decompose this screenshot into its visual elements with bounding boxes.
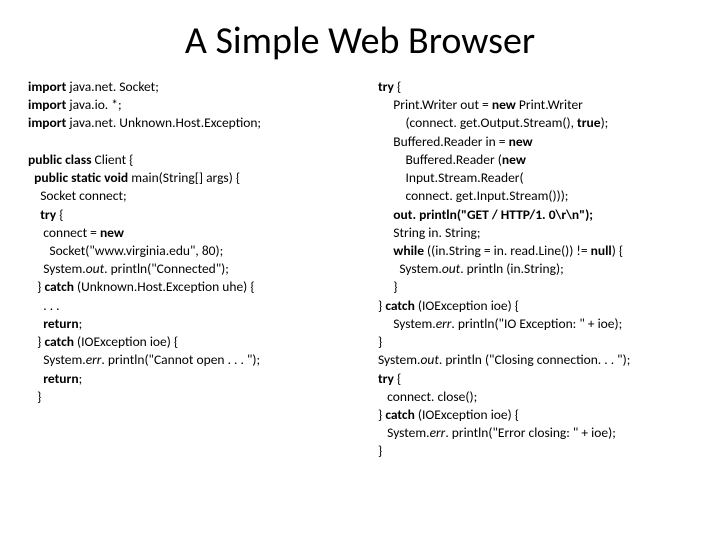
- txt: Socket("www.virginia.edu", 80);: [28, 242, 223, 259]
- txt: (Unknown.Host.Exception uhe) {: [77, 278, 255, 295]
- code-right-column: try { Print.Writer out = new Print.Write…: [378, 78, 692, 461]
- txt: java.net. Unknown.Host.Exception;: [69, 114, 261, 131]
- txt: System.: [378, 424, 430, 441]
- kw-catch: catch: [44, 333, 77, 350]
- txt: Client {: [95, 151, 134, 168]
- txt: connect. get.Input.Stream()));: [378, 187, 568, 204]
- id-out: out: [86, 260, 104, 277]
- kw-while: while: [378, 242, 427, 259]
- txt: Print.Writer out =: [378, 96, 492, 113]
- txt: String in. String;: [378, 224, 481, 241]
- id-out: out: [442, 260, 460, 277]
- kw-catch: catch: [385, 297, 418, 314]
- txt: Input.Stream.Reader(: [378, 169, 524, 186]
- txt: System.: [28, 351, 86, 368]
- kw-try: try: [28, 206, 59, 223]
- txt: Buffered.Reader (: [378, 151, 502, 168]
- kw-public-class: public class: [28, 151, 95, 168]
- kw-try: try: [378, 370, 397, 387]
- txt: (IOException ioe) {: [77, 333, 178, 350]
- kw-return: return: [28, 370, 79, 387]
- txt: . println("Cannot open . . . ");: [101, 351, 260, 368]
- kw-new: new: [492, 96, 519, 113]
- txt: java.io. *;: [69, 96, 121, 113]
- kw-import: import: [28, 96, 69, 113]
- txt: ;: [79, 370, 83, 387]
- txt: {: [59, 206, 63, 223]
- highlight-line: out. println("GET / HTTP/1. 0\r\n");: [378, 206, 593, 223]
- txt: }: [28, 388, 41, 405]
- txt: }: [28, 333, 44, 350]
- txt: {: [397, 78, 401, 95]
- kw-import: import: [28, 114, 69, 131]
- txt: . println (in.String);: [460, 260, 563, 277]
- txt: main(String[] args) {: [131, 169, 240, 186]
- txt: (IOException ioe) {: [418, 406, 519, 423]
- txt: java.net. Socket;: [69, 78, 158, 95]
- slide: A Simple Web Browser import java.net. So…: [0, 0, 720, 540]
- txt: }: [378, 333, 382, 350]
- txt: Print.Writer: [519, 96, 583, 113]
- code-left-column: import java.net. Socket; import java.io.…: [28, 78, 342, 461]
- kw-new: new: [502, 151, 526, 168]
- kw-catch: catch: [44, 278, 77, 295]
- txt: . println("Error closing: " + ioe);: [445, 424, 616, 441]
- txt: (IOException ioe) {: [418, 297, 519, 314]
- kw-true: true: [577, 114, 601, 131]
- txt: {: [397, 370, 401, 387]
- txt: }: [378, 278, 398, 295]
- txt: System.: [378, 315, 436, 332]
- txt: Buffered.Reader in =: [378, 133, 509, 150]
- txt: (connect. get.Output.Stream(),: [378, 114, 577, 131]
- txt: }: [378, 442, 382, 459]
- txt: Socket connect;: [28, 187, 127, 204]
- slide-title: A Simple Web Browser: [28, 18, 692, 64]
- kw-method-sig: public static void: [28, 169, 131, 186]
- txt: ;: [79, 315, 83, 332]
- kw-new: new: [100, 224, 124, 241]
- txt: );: [601, 114, 609, 131]
- txt: }: [28, 278, 44, 295]
- kw-return: return: [28, 315, 79, 332]
- txt: System.: [378, 351, 420, 368]
- kw-null: null: [591, 242, 612, 259]
- id-out: out: [420, 351, 438, 368]
- txt: ((in.String = in. read.Line()) !=: [427, 242, 591, 259]
- id-err: err: [430, 424, 446, 441]
- txt: . println("Connected");: [104, 260, 229, 277]
- txt: connect =: [28, 224, 100, 241]
- txt: System.: [378, 260, 442, 277]
- txt: . println ("Closing connection. . . ");: [439, 351, 630, 368]
- id-err: err: [436, 315, 452, 332]
- txt: ) {: [612, 242, 623, 259]
- kw-try: try: [378, 78, 397, 95]
- txt: System.: [28, 260, 86, 277]
- txt: connect. close();: [378, 388, 477, 405]
- kw-catch: catch: [385, 406, 418, 423]
- txt: . println("IO Exception: " + ioe);: [451, 315, 622, 332]
- kw-import: import: [28, 78, 69, 95]
- kw-new: new: [509, 133, 533, 150]
- txt: . . .: [28, 297, 60, 314]
- code-columns: import java.net. Socket; import java.io.…: [28, 78, 692, 461]
- id-err: err: [86, 351, 102, 368]
